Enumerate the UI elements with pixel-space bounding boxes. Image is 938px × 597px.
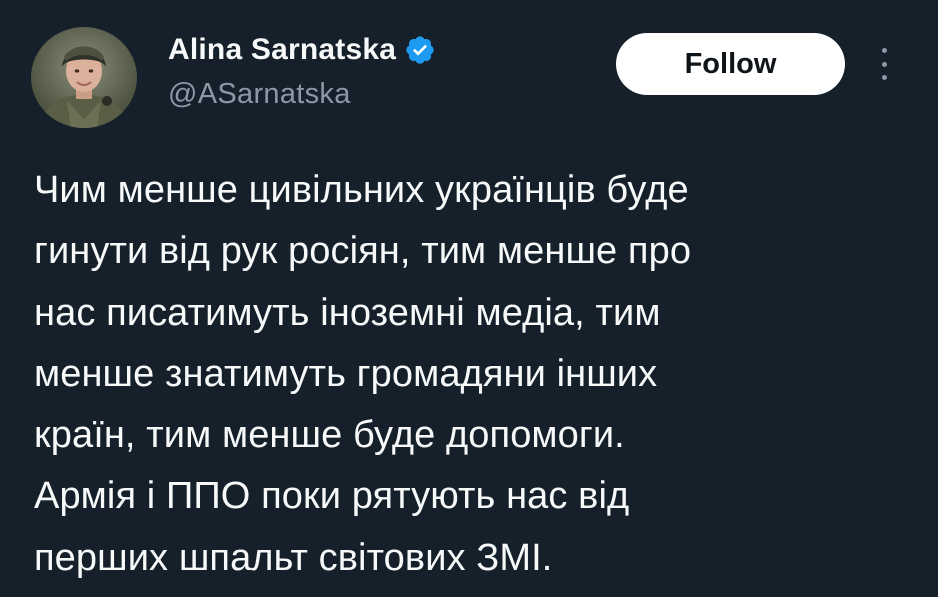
verified-badge-icon	[404, 34, 436, 66]
tweet-text-line: Чим менше цивільних українців буде	[34, 169, 689, 211]
more-dot	[881, 48, 887, 53]
tweet-text-line: країн, тим менше буде допомоги.	[34, 414, 625, 457]
follow-button[interactable]: Follow	[616, 33, 845, 95]
tweet-text: Чим менше цивільних українців буде гинут…	[34, 160, 914, 589]
author-handle[interactable]: @ASarnatska	[168, 76, 351, 112]
avatar[interactable]	[31, 27, 137, 128]
author-display-name[interactable]: Alina Sarnatska	[168, 32, 396, 68]
more-dot	[881, 75, 887, 80]
more-vertical-icon[interactable]	[872, 44, 896, 84]
tweet-text-line: гинути від рук росіян, тим менше про	[34, 230, 692, 273]
author-name-row: Alina Sarnatska	[168, 32, 436, 68]
tweet-text-line: менше знатимуть громадяни інших	[34, 352, 658, 395]
tweet-text-line: перших шпальт світових ЗМІ.	[34, 536, 553, 579]
avatar-image	[31, 27, 137, 128]
tweet-text-line: Армія і ППО поки рятують нас від	[34, 475, 630, 518]
tweet-text-line: нас писатимуть іноземні медіа, тим	[34, 291, 661, 334]
tweet-card: Alina Sarnatska @ASarnatska Follow Чим м…	[0, 0, 938, 597]
more-dot	[881, 61, 887, 67]
